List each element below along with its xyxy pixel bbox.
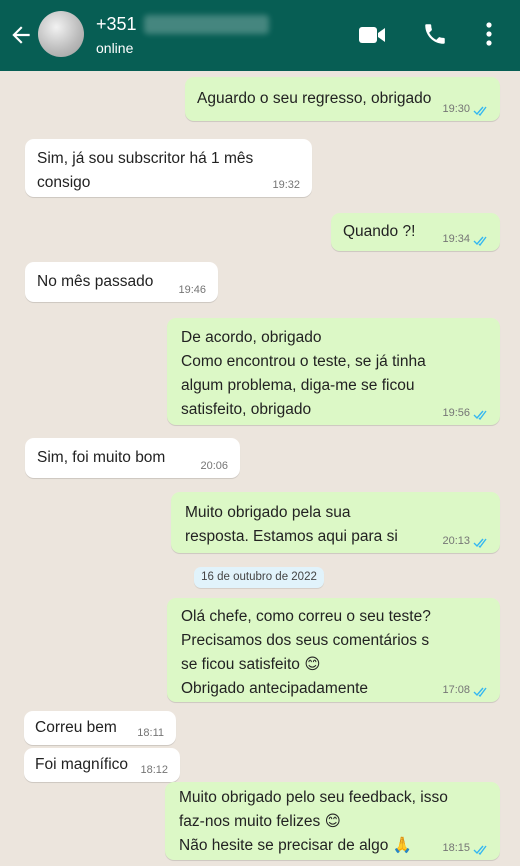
back-arrow-icon[interactable] (8, 22, 34, 48)
phone-call-icon[interactable] (422, 21, 448, 47)
message-time: 18:12 (140, 764, 168, 776)
message-outgoing[interactable]: De acordo, obrigado Como encontrou o tes… (167, 318, 500, 425)
message-list[interactable]: Aguardo o seu regresso, obrigado 19:30 S… (0, 71, 520, 866)
message-time: 19:32 (272, 179, 300, 191)
message-incoming[interactable]: No mês passado 19:46 (25, 262, 218, 302)
contact-avatar[interactable] (38, 11, 84, 57)
message-time: 20:06 (200, 460, 228, 472)
message-time: 19:34 (442, 233, 470, 245)
double-check-read-icon (473, 236, 487, 246)
contact-name[interactable]: +351 (96, 14, 137, 35)
message-outgoing[interactable]: Quando ?! 19:34 (331, 213, 500, 251)
message-text: Muito obrigado pela sua resposta. Estamo… (185, 504, 398, 545)
message-text: Olá chefe, como correu o seu teste? Prec… (181, 608, 431, 697)
video-call-icon[interactable] (358, 24, 386, 46)
message-text: De acordo, obrigado Como encontrou o tes… (181, 329, 426, 418)
message-outgoing[interactable]: Aguardo o seu regresso, obrigado 19:30 (185, 77, 500, 121)
message-text: Sim, já sou subscritor há 1 mês consigo (37, 150, 254, 191)
message-time: 20:13 (442, 535, 470, 547)
message-time: 18:11 (137, 727, 164, 739)
double-check-read-icon (473, 687, 487, 697)
message-time: 19:46 (178, 284, 206, 296)
message-text: Muito obrigado pelo seu feedback, isso f… (179, 789, 448, 854)
message-incoming[interactable]: Sim, já sou subscritor há 1 mês consigo … (25, 139, 312, 197)
message-incoming[interactable]: Sim, foi muito bom 20:06 (25, 438, 240, 478)
message-time: 17:08 (442, 684, 470, 696)
contact-status: online (96, 40, 134, 56)
double-check-read-icon (473, 845, 487, 855)
message-time: 18:15 (442, 842, 470, 854)
redacted-number (144, 15, 269, 34)
double-check-read-icon (473, 106, 487, 116)
double-check-read-icon (473, 410, 487, 420)
chat-header: +351 online (0, 0, 520, 71)
more-vert-icon[interactable] (482, 21, 496, 47)
message-outgoing[interactable]: Muito obrigado pela sua resposta. Estamo… (171, 492, 500, 553)
message-outgoing[interactable]: Olá chefe, como correu o seu teste? Prec… (167, 598, 500, 702)
message-outgoing[interactable]: Muito obrigado pelo seu feedback, isso f… (165, 782, 500, 860)
message-incoming[interactable]: Correu bem 18:11 (24, 711, 176, 745)
message-time: 19:56 (442, 407, 470, 419)
date-divider: 16 de outubro de 2022 (194, 567, 324, 588)
message-time: 19:30 (442, 103, 470, 115)
message-incoming[interactable]: Foi magnífico 18:12 (24, 748, 180, 782)
message-text: Sim, foi muito bom (37, 449, 166, 466)
double-check-read-icon (473, 538, 487, 548)
